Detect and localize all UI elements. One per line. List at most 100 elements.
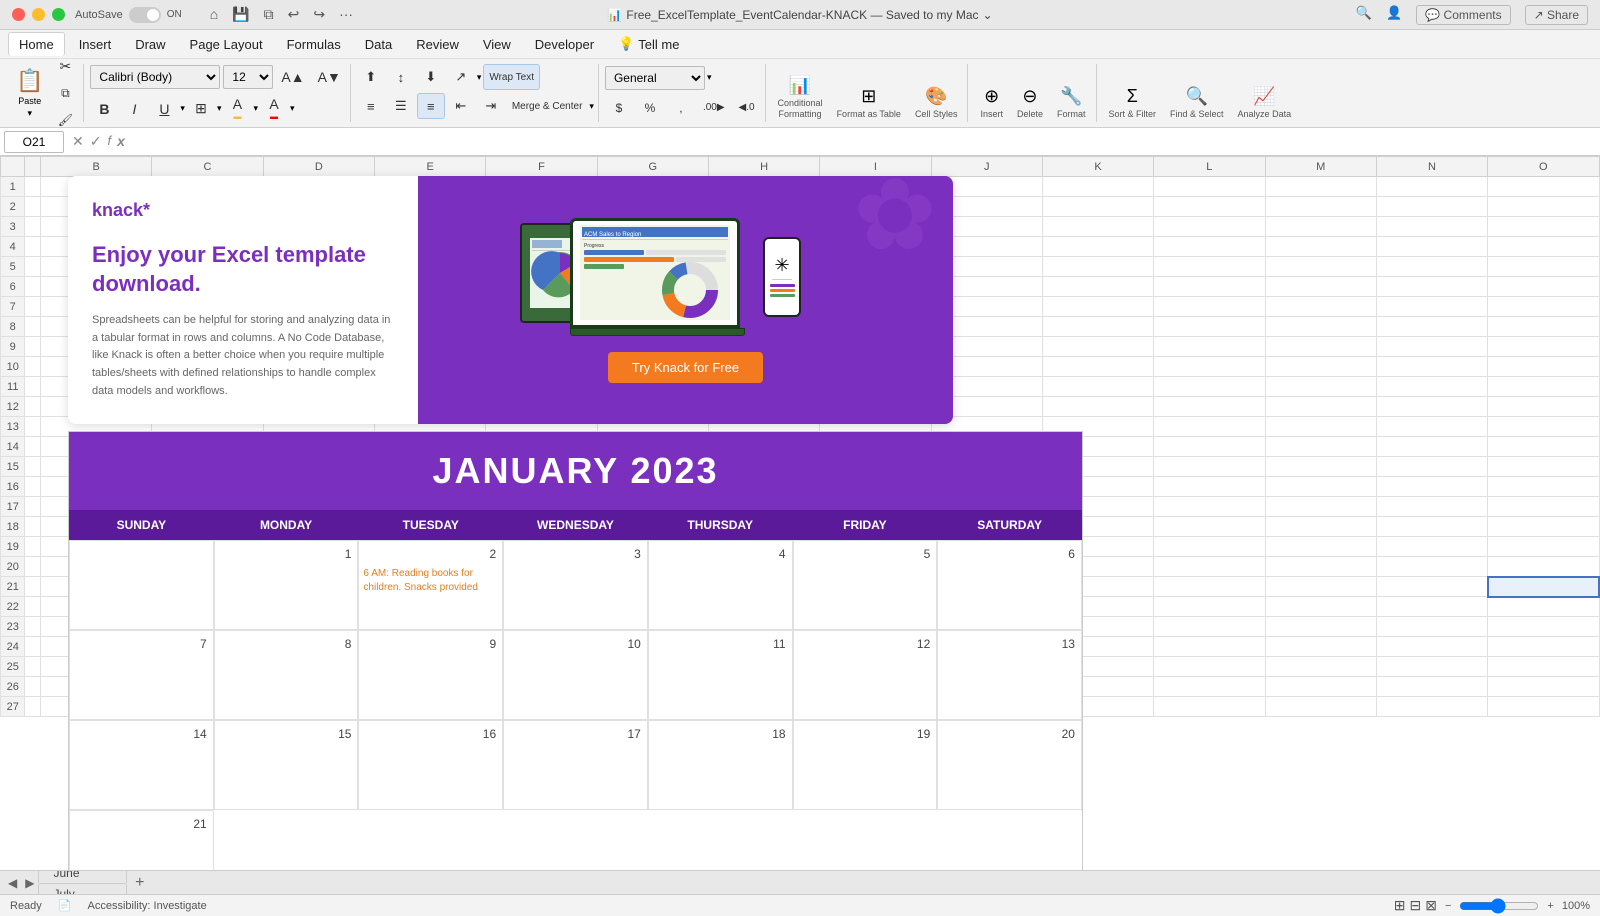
cell[interactable] xyxy=(1154,397,1265,417)
cell[interactable] xyxy=(1376,177,1487,197)
copy-icon[interactable]: ⧉ xyxy=(264,6,274,23)
cell[interactable] xyxy=(1265,697,1376,717)
cell[interactable] xyxy=(25,317,41,337)
col-header-E[interactable]: E xyxy=(375,157,486,177)
row-number-21[interactable]: 21 xyxy=(1,577,25,597)
cell[interactable] xyxy=(25,677,41,697)
cell[interactable] xyxy=(25,457,41,477)
comma-button[interactable]: , xyxy=(667,95,695,121)
number-format-dropdown[interactable]: ▾ xyxy=(707,72,712,83)
align-left-button[interactable]: ≡ xyxy=(357,93,385,119)
cell[interactable] xyxy=(25,257,41,277)
cell[interactable] xyxy=(25,217,41,237)
try-knack-button[interactable]: Try Knack for Free xyxy=(608,352,763,383)
format-painter-button[interactable]: 🖌 xyxy=(51,107,79,133)
merge-dropdown[interactable]: ▾ xyxy=(589,101,594,112)
row-number-1[interactable]: 1 xyxy=(1,177,25,197)
format-table-button[interactable]: ⊞ Format as Table xyxy=(833,84,905,122)
cell[interactable] xyxy=(25,177,41,197)
cell[interactable] xyxy=(1376,477,1487,497)
cell[interactable] xyxy=(1154,337,1265,357)
cell[interactable] xyxy=(25,637,41,657)
cell[interactable] xyxy=(1154,497,1265,517)
menu-review[interactable]: Review xyxy=(406,33,469,56)
cell[interactable] xyxy=(1488,477,1599,497)
cell[interactable] xyxy=(1488,297,1599,317)
cell[interactable] xyxy=(1042,357,1153,377)
cell[interactable] xyxy=(1488,437,1599,457)
cell[interactable] xyxy=(1376,617,1487,637)
cell[interactable] xyxy=(1265,417,1376,437)
cell[interactable] xyxy=(1042,237,1153,257)
search-icon[interactable]: 🔍 xyxy=(1356,5,1372,25)
cell[interactable] xyxy=(1488,397,1599,417)
insert-function-icon[interactable]: f xyxy=(107,133,111,150)
cell[interactable] xyxy=(1265,577,1376,597)
cell[interactable] xyxy=(1265,457,1376,477)
menu-tell-me[interactable]: 💡 Tell me xyxy=(608,32,689,56)
cell[interactable] xyxy=(1265,237,1376,257)
cell[interactable] xyxy=(1376,397,1487,417)
cell[interactable] xyxy=(1488,177,1599,197)
cell[interactable] xyxy=(1376,277,1487,297)
cell[interactable] xyxy=(1154,377,1265,397)
sum-button[interactable]: Σ Sort & Filter xyxy=(1105,84,1161,122)
cell[interactable] xyxy=(1488,237,1599,257)
spreadsheet[interactable]: B C D E F G H I J K L M N O 1234 xyxy=(0,156,1600,870)
cell[interactable] xyxy=(25,417,41,437)
cell[interactable] xyxy=(1042,217,1153,237)
paste-button[interactable]: 📋 Paste ▾ xyxy=(10,66,49,121)
cell[interactable] xyxy=(1488,377,1599,397)
row-number-4[interactable]: 4 xyxy=(1,237,25,257)
cell[interactable] xyxy=(1376,697,1487,717)
cell[interactable] xyxy=(1265,617,1376,637)
cell[interactable] xyxy=(1042,297,1153,317)
cell[interactable] xyxy=(25,537,41,557)
cell[interactable] xyxy=(1154,217,1265,237)
col-header-J[interactable]: J xyxy=(931,157,1042,177)
font-name-select[interactable]: Calibri (Body) xyxy=(90,65,220,89)
cell[interactable] xyxy=(25,497,41,517)
cell[interactable] xyxy=(1488,657,1599,677)
cell[interactable] xyxy=(1265,597,1376,617)
cell[interactable] xyxy=(1154,197,1265,217)
cell[interactable] xyxy=(1376,457,1487,477)
col-header-I[interactable]: I xyxy=(820,157,931,177)
cell[interactable] xyxy=(1154,417,1265,437)
cell[interactable] xyxy=(1154,177,1265,197)
user-icon[interactable]: 👤 xyxy=(1386,5,1402,25)
cell[interactable] xyxy=(1154,697,1265,717)
decrease-font-button[interactable]: A▼ xyxy=(313,64,346,90)
borders-dropdown[interactable]: ▾ xyxy=(217,103,222,114)
align-right-button[interactable]: ≡ xyxy=(417,93,445,119)
orientation-button[interactable]: ↗ xyxy=(447,64,475,90)
cell[interactable] xyxy=(1488,677,1599,697)
cell[interactable] xyxy=(1376,317,1487,337)
fill-dropdown[interactable]: ▾ xyxy=(253,103,258,114)
cell[interactable] xyxy=(1376,537,1487,557)
cell[interactable] xyxy=(1376,417,1487,437)
menu-view[interactable]: View xyxy=(473,33,521,56)
row-number-13[interactable]: 13 xyxy=(1,417,25,437)
cell[interactable] xyxy=(1154,257,1265,277)
sheet-tab-july[interactable]: July xyxy=(38,883,127,895)
home-icon[interactable]: ⌂ xyxy=(210,6,218,23)
cell[interactable] xyxy=(1488,557,1599,577)
cell[interactable] xyxy=(1376,437,1487,457)
cell[interactable] xyxy=(1154,617,1265,637)
wrap-text-button[interactable]: Wrap Text xyxy=(483,64,540,90)
accounting-button[interactable]: $ xyxy=(605,95,633,121)
italic-button[interactable]: I xyxy=(120,96,148,122)
cell-reference-box[interactable] xyxy=(4,131,64,153)
cell[interactable] xyxy=(25,477,41,497)
align-bottom-button[interactable]: ⬇ xyxy=(417,64,445,90)
cell[interactable] xyxy=(1376,577,1487,597)
cell[interactable] xyxy=(1376,557,1487,577)
cell[interactable] xyxy=(1042,277,1153,297)
cell[interactable] xyxy=(25,697,41,717)
underline-button[interactable]: U xyxy=(150,96,178,122)
increase-decimal-button[interactable]: .00▶ xyxy=(698,95,730,121)
analyze-data-button[interactable]: 📈 Analyze Data xyxy=(1234,84,1296,122)
cell[interactable] xyxy=(1265,297,1376,317)
conditional-formatting-button[interactable]: 📊 ConditionalFormatting xyxy=(774,73,827,122)
